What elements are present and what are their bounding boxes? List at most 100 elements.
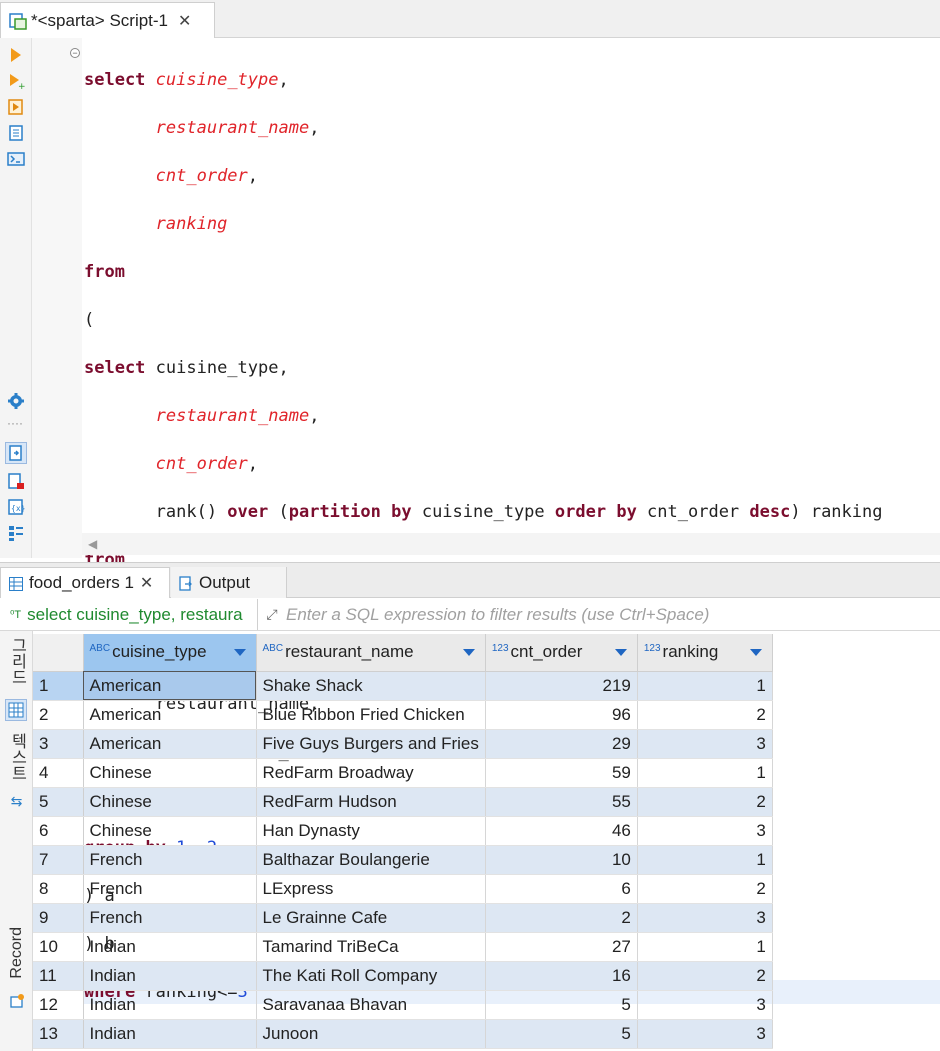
filter-input[interactable] [286,604,940,625]
settings-gear-icon[interactable] [7,392,25,410]
variables-icon[interactable]: {x} [7,498,25,516]
tab-food-orders-1[interactable]: food_orders 1 ✕ [0,567,170,598]
row-number[interactable]: 6 [33,816,84,846]
tab-script-1[interactable]: *<sparta> Script-1 ✕ [0,2,215,38]
cell-ranking[interactable]: 1 [637,932,773,962]
row-number[interactable]: 10 [33,932,84,962]
row-number[interactable]: 12 [33,990,84,1020]
table-row[interactable]: 7 French Balthazar Boulangerie 10 1 [33,845,773,875]
chevron-down-icon[interactable] [749,649,762,656]
close-icon[interactable]: ✕ [178,11,191,31]
row-number[interactable]: 4 [33,758,84,788]
table-row[interactable]: 13 Indian Junoon 5 3 [33,1019,773,1049]
cell-cnt-order[interactable]: 5 [485,990,638,1020]
cell-ranking[interactable]: 3 [637,729,773,759]
cell-cuisine-type[interactable]: Chinese [83,816,257,846]
close-icon[interactable]: ✕ [140,573,153,593]
cell-cuisine-type[interactable]: Indian [83,932,257,962]
table-row[interactable]: 5 Chinese RedFarm Hudson 55 2 [33,787,773,817]
cell-cuisine-type[interactable]: Indian [83,1019,257,1049]
cell-cnt-order[interactable]: 6 [485,874,638,904]
table-row[interactable]: 2 American Blue Ribbon Fried Chicken 96 … [33,700,773,730]
cell-cnt-order[interactable]: 2 [485,903,638,933]
text-view-toggle[interactable]: 텍스트 [0,733,33,781]
query-text-label[interactable]: ⁰T select cuisine_type, restaura [0,599,258,630]
row-number[interactable]: 2 [33,700,84,730]
cell-ranking[interactable]: 1 [637,758,773,788]
cell-cuisine-type[interactable]: Indian [83,961,257,991]
editor-horizontal-scrollbar[interactable]: ◀ [82,533,940,555]
table-row[interactable]: 12 Indian Saravanaa Bhavan 5 3 [33,990,773,1020]
execute-statement-icon[interactable] [7,46,25,64]
execute-script-icon[interactable] [7,98,25,116]
column-header-cnt-order[interactable]: 123 cnt_order [485,634,638,672]
result-panel-toggle-icon[interactable] [5,442,27,464]
cell-ranking[interactable]: 3 [637,990,773,1020]
cell-ranking[interactable]: 2 [637,700,773,730]
cell-cnt-order[interactable]: 46 [485,816,638,846]
fold-collapse-icon[interactable]: − [70,48,80,58]
cell-ranking[interactable]: 2 [637,787,773,817]
cell-cuisine-type[interactable]: American [83,700,257,730]
cell-restaurant-name[interactable]: Five Guys Burgers and Fries [256,729,486,759]
cell-cuisine-type[interactable]: Chinese [83,758,257,788]
cell-cuisine-type[interactable]: French [83,845,257,875]
tab-output[interactable]: Output [171,567,287,598]
cell-restaurant-name[interactable]: RedFarm Broadway [256,758,486,788]
expand-icon[interactable]: ⤢ [258,606,286,623]
chevron-down-icon[interactable] [233,649,246,656]
cell-restaurant-name[interactable]: Han Dynasty [256,816,486,846]
cell-cuisine-type[interactable]: American [83,671,257,701]
column-header-cuisine-type[interactable]: ABC cuisine_type [83,634,257,672]
cell-restaurant-name[interactable]: Saravanaa Bhavan [256,990,486,1020]
cell-cnt-order[interactable]: 16 [485,961,638,991]
chevron-down-icon[interactable] [462,649,475,656]
cell-restaurant-name[interactable]: Tamarind TriBeCa [256,932,486,962]
cell-cuisine-type[interactable]: Indian [83,990,257,1020]
cell-restaurant-name[interactable]: Shake Shack [256,671,486,701]
outline-icon[interactable] [7,524,25,542]
cell-cnt-order[interactable]: 5 [485,1019,638,1049]
cell-ranking[interactable]: 2 [637,961,773,991]
cell-ranking[interactable]: 1 [637,845,773,875]
cell-cuisine-type[interactable]: French [83,874,257,904]
cell-ranking[interactable]: 3 [637,816,773,846]
table-row[interactable]: 6 Chinese Han Dynasty 46 3 [33,816,773,846]
table-row[interactable]: 3 American Five Guys Burgers and Fries 2… [33,729,773,759]
cell-cnt-order[interactable]: 10 [485,845,638,875]
row-number[interactable]: 1 [33,671,84,701]
row-number[interactable]: 3 [33,729,84,759]
cell-ranking[interactable]: 3 [637,1019,773,1049]
new-script-error-icon[interactable] [7,472,25,490]
chevron-down-icon[interactable] [614,649,627,656]
scroll-left-icon[interactable]: ◀ [88,537,97,551]
cell-restaurant-name[interactable]: Balthazar Boulangerie [256,845,486,875]
record-icon[interactable] [0,993,33,1009]
grid-view-icon[interactable] [5,699,27,721]
cell-restaurant-name[interactable]: The Kati Roll Company [256,961,486,991]
record-mode-toggle[interactable]: Record [0,927,33,979]
grid-view-toggle[interactable]: 그리드 [0,637,33,685]
cell-cnt-order[interactable]: 219 [485,671,638,701]
row-number[interactable]: 5 [33,787,84,817]
execute-statement-new-tab-icon[interactable]: + [7,72,26,92]
table-row[interactable]: 4 Chinese RedFarm Broadway 59 1 [33,758,773,788]
row-number[interactable]: 9 [33,903,84,933]
terminal-icon[interactable] [7,150,25,168]
table-row[interactable]: 8 French LExpress 6 2 [33,874,773,904]
table-row[interactable]: 9 French Le Grainne Cafe 2 3 [33,903,773,933]
cell-restaurant-name[interactable]: Blue Ribbon Fried Chicken [256,700,486,730]
cell-cuisine-type[interactable]: Chinese [83,787,257,817]
cell-cuisine-type[interactable]: French [83,903,257,933]
row-number-header[interactable] [33,634,84,672]
cell-ranking[interactable]: 2 [637,874,773,904]
row-number[interactable]: 11 [33,961,84,991]
more-icon[interactable]: ···· [7,417,25,436]
text-view-icon[interactable]: ⇆ [0,793,33,810]
row-number[interactable]: 8 [33,874,84,904]
cell-restaurant-name[interactable]: RedFarm Hudson [256,787,486,817]
cell-restaurant-name[interactable]: LExpress [256,874,486,904]
row-number[interactable]: 13 [33,1019,84,1049]
cell-cnt-order[interactable]: 27 [485,932,638,962]
table-row[interactable]: 10 Indian Tamarind TriBeCa 27 1 [33,932,773,962]
